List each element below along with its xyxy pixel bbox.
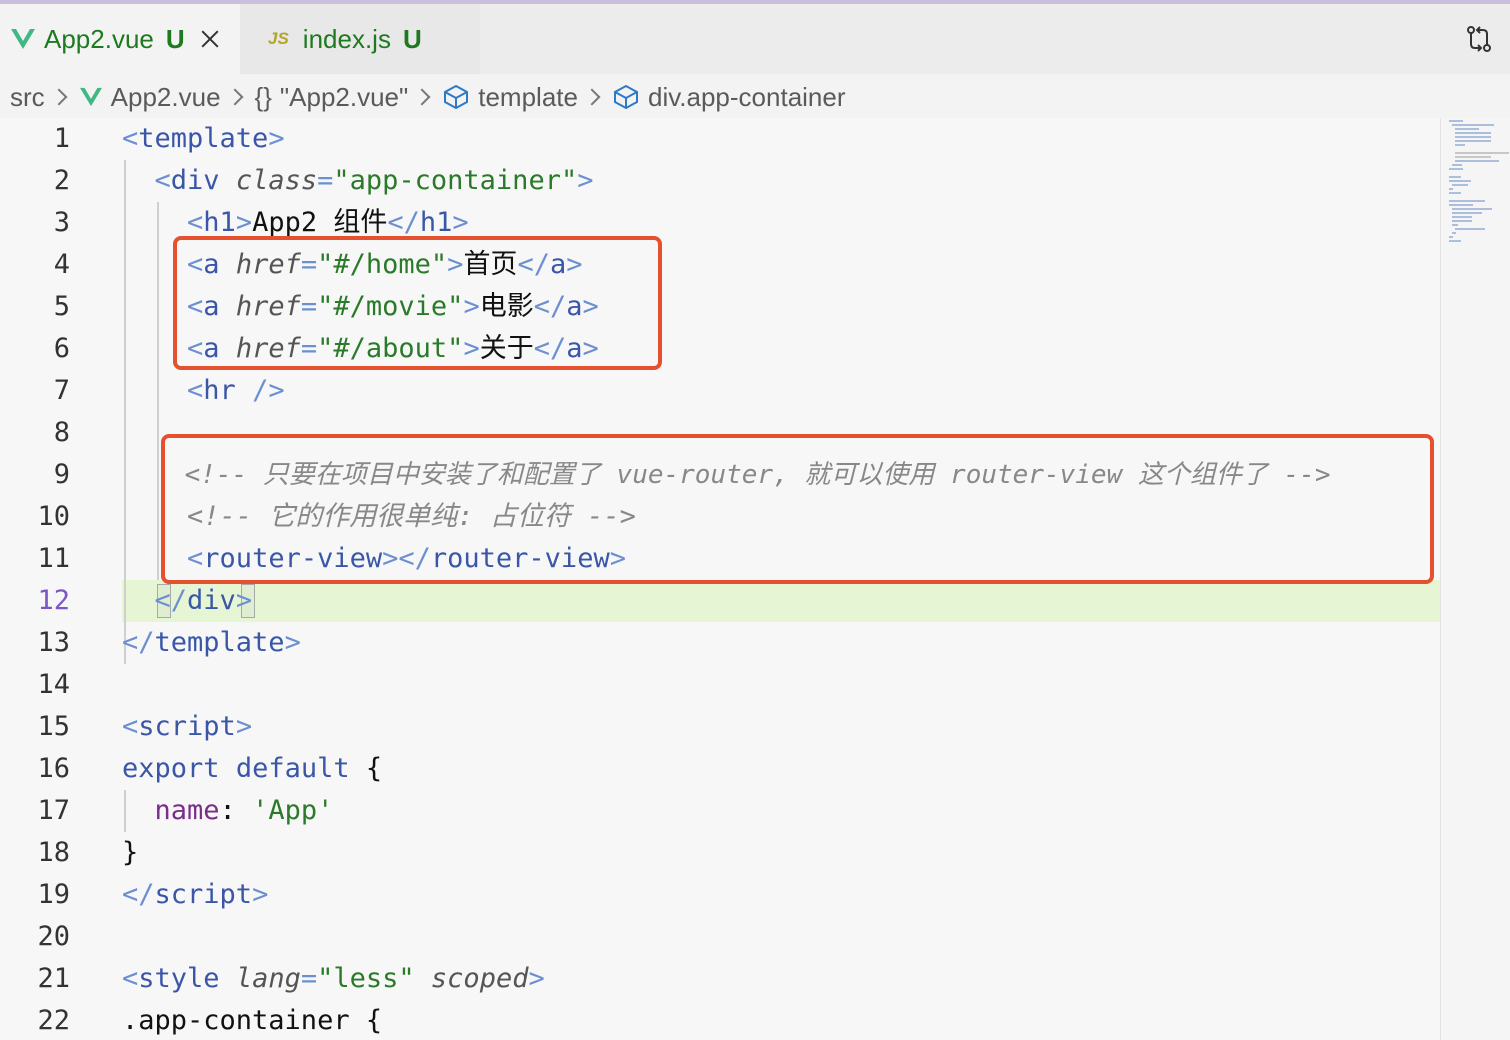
line-number: 14 [37, 669, 70, 700]
line-number: 2 [53, 165, 70, 196]
line-number: 3 [53, 207, 70, 238]
tab-label: index.js [302, 23, 391, 54]
line-number: 4 [53, 249, 70, 280]
annotation-box-links [173, 236, 662, 370]
breadcrumb-container[interactable]: div.app-container [612, 82, 846, 113]
compare-changes-icon[interactable] [1464, 24, 1494, 54]
code-line-16: export default { [122, 753, 383, 784]
line-number: 11 [37, 543, 70, 574]
chevron-right-icon [50, 88, 68, 106]
untracked-badge: U [165, 23, 185, 54]
breadcrumb-label: template [478, 81, 578, 112]
code-line-17: name: 'App' [154, 795, 334, 826]
line-number: 6 [53, 333, 70, 364]
line-number: 19 [37, 879, 70, 910]
line-number: 21 [37, 963, 70, 994]
minimap[interactable] [1440, 118, 1510, 1040]
line-number: 18 [37, 837, 70, 868]
cube-icon [613, 84, 638, 110]
code-line-19: </script> [122, 879, 269, 910]
js-icon: JS [268, 29, 289, 48]
chevron-right-icon [583, 88, 601, 106]
tab-app2-vue[interactable]: App2.vue U [0, 4, 240, 74]
line-number: 20 [37, 921, 70, 952]
line-number: 15 [37, 711, 70, 742]
line-number: 1 [53, 123, 70, 154]
breadcrumb: src App2.vue {} "App2.vue" template div.… [10, 74, 846, 120]
code-line-2: <div class="app-container"> [154, 165, 594, 196]
cube-icon [444, 84, 469, 110]
line-number: 16 [37, 753, 70, 784]
vue-icon [79, 87, 102, 107]
line-number: 7 [53, 375, 70, 406]
breadcrumb-file[interactable]: App2.vue [79, 82, 221, 113]
breadcrumb-label: src [10, 81, 45, 112]
chevron-right-icon [413, 88, 431, 106]
chevron-right-icon [226, 88, 244, 106]
code-line-22: .app-container { [122, 1005, 383, 1036]
untracked-badge: U [402, 23, 422, 54]
current-line-highlight [122, 580, 1440, 622]
code-line-7: <hr /> [187, 375, 285, 406]
line-number: 9 [53, 459, 70, 490]
object-braces-icon: {} [254, 81, 272, 112]
breadcrumb-template[interactable]: template [442, 82, 578, 113]
code-line-15: <script> [122, 711, 253, 742]
line-number: 17 [37, 795, 70, 826]
code-editor[interactable]: 1 2 3 4 5 6 7 8 9 10 11 12 13 14 15 16 17 18 19 20 21 22 <tem… [0, 118, 1440, 1040]
code-line-18: } [122, 837, 139, 868]
tab-label: App2.vue [44, 23, 154, 54]
line-number: 5 [53, 291, 70, 322]
breadcrumb-src[interactable]: src [10, 82, 45, 113]
breadcrumb-label: "App2.vue" [279, 81, 409, 112]
line-number: 8 [53, 417, 70, 448]
line-number: 12 [37, 585, 70, 616]
code-line-1: <template> [122, 123, 285, 154]
line-number: 22 [37, 1005, 70, 1036]
line-number: 10 [37, 501, 70, 532]
code-line-13: </template> [122, 627, 301, 658]
close-icon[interactable] [199, 28, 221, 50]
annotation-box-router-view [161, 434, 1434, 584]
editor-tab-bar: App2.vue U JS index.js U [0, 4, 1510, 74]
breadcrumb-object[interactable]: {} "App2.vue" [255, 82, 409, 113]
line-number: 13 [37, 627, 70, 658]
code-line-12: </div> [154, 585, 253, 616]
breadcrumb-label: div.app-container [647, 81, 846, 112]
vue-icon [11, 29, 35, 49]
code-line-21: <style lang="less" scoped> [122, 963, 545, 994]
breadcrumb-label: App2.vue [110, 81, 221, 112]
tab-index-js[interactable]: JS index.js U [240, 4, 480, 74]
